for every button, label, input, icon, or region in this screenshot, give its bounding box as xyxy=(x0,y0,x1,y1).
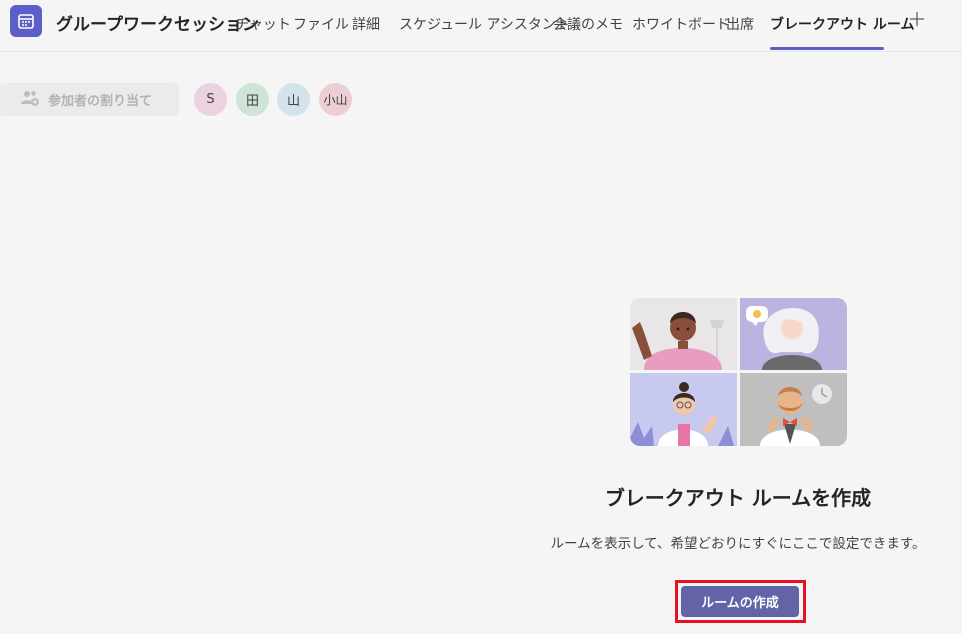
avatar[interactable]: S xyxy=(194,83,227,116)
avatar[interactable]: 山 xyxy=(277,83,310,116)
assign-participants-button[interactable]: 参加者の割り当て xyxy=(0,83,179,116)
tab-details[interactable]: 詳細 xyxy=(352,14,380,34)
avatar[interactable]: 田 xyxy=(236,83,269,116)
tab-files[interactable]: ファイル xyxy=(293,14,349,34)
assign-participants-label: 参加者の割り当て xyxy=(48,94,153,109)
tab-breakout-rooms[interactable]: ブレークアウト ルーム xyxy=(770,14,914,34)
meeting-title: グループワークセッション xyxy=(56,15,259,35)
avatar[interactable]: 小山 xyxy=(319,83,352,116)
tab-chat[interactable]: チャット xyxy=(235,14,291,34)
plus-icon[interactable] xyxy=(906,8,928,30)
active-tab-indicator xyxy=(770,47,884,50)
tab-attendance[interactable]: 出席 xyxy=(726,14,754,34)
tab-meeting-notes[interactable]: 会議のメモ xyxy=(553,14,623,34)
tab-whiteboard[interactable]: ホワイトボード xyxy=(632,14,730,34)
breakout-rooms-illustration xyxy=(630,298,847,446)
empty-state-title: ブレークアウト ルームを作成 xyxy=(604,486,872,510)
calendar-icon xyxy=(10,5,42,37)
empty-state-description: ルームを表示して、希望どおりにすぐにここで設定できます。 xyxy=(550,536,926,552)
meeting-header: グループワークセッション チャット ファイル 詳細 スケジュール アシスタント … xyxy=(0,0,962,52)
people-add-icon xyxy=(20,89,40,111)
create-rooms-button[interactable]: ルームの作成 xyxy=(681,586,799,617)
tab-scheduling-assistant[interactable]: スケジュール アシスタント xyxy=(399,14,570,34)
